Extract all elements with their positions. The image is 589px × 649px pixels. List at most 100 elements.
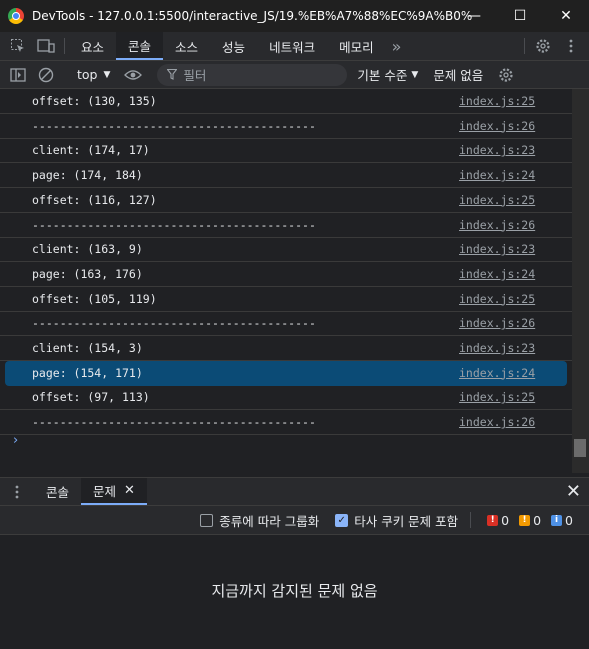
console-message: offset: (116, 127) (32, 192, 157, 207)
more-tabs-button[interactable]: » (386, 32, 408, 60)
clear-console-button[interactable] (32, 61, 60, 89)
source-link[interactable]: index.js:25 (459, 193, 537, 207)
source-link[interactable]: index.js:23 (459, 341, 537, 355)
console-message: page: (154, 171) (32, 365, 143, 380)
inspect-icon (11, 39, 24, 52)
console-row[interactable]: offset: (97, 113) index.js:25 (0, 385, 572, 411)
more-options-button[interactable] (557, 32, 585, 60)
gear-icon (536, 39, 550, 53)
group-by-kind-checkbox[interactable] (200, 513, 214, 527)
error-count: ! 0 (487, 513, 509, 528)
console-output[interactable]: ----------------------------------------… (0, 89, 572, 473)
source-link[interactable]: index.js:26 (459, 415, 537, 429)
close-drawer-icon[interactable]: ✕ (566, 481, 581, 502)
console-row[interactable]: offset: (105, 119) index.js:25 (0, 287, 572, 312)
source-link[interactable]: index.js:24 (459, 366, 537, 380)
minimize-icon: — (467, 8, 481, 24)
tab-memory[interactable]: 메모리 (327, 32, 386, 60)
console-message: page: (163, 176) (32, 266, 143, 281)
device-icon (37, 39, 55, 53)
gear-icon (499, 67, 513, 82)
tab-performance[interactable]: 성능 (210, 32, 257, 60)
filter-placeholder: 필터 (183, 68, 207, 83)
console-prompt[interactable]: › (13, 433, 18, 448)
close-icon: ✕ (560, 8, 572, 24)
console-scrollbar[interactable] (572, 89, 589, 473)
console-settings-button[interactable] (492, 61, 520, 89)
filter-icon (167, 69, 178, 80)
close-window-button[interactable]: ✕ (543, 0, 589, 32)
tab-console[interactable]: 콘솔 (116, 32, 164, 60)
scrollbar-thumb[interactable] (574, 439, 586, 457)
console-row[interactable]: ----------------------------------------… (0, 410, 572, 436)
log-level-selector[interactable]: 기본 수준 ▼ (357, 65, 418, 84)
live-expression-button[interactable] (119, 61, 147, 89)
dropdown-arrow-icon: ▼ (411, 69, 419, 80)
minimize-button[interactable]: — (451, 0, 497, 32)
console-row[interactable]: page: (163, 176) index.js:24 (0, 262, 572, 287)
tab-sources[interactable]: 소스 (163, 32, 210, 60)
filter-input[interactable]: 필터 (157, 63, 348, 86)
context-selector[interactable]: top ▼ (77, 67, 110, 82)
source-link[interactable]: index.js:26 (459, 119, 537, 133)
window-title: DevTools - 127.0.0.1:5500/interactive_JS… (32, 9, 472, 23)
title-bar: DevTools - 127.0.0.1:5500/interactive_JS… (0, 0, 589, 32)
log-level-label: 기본 수준 (357, 68, 408, 83)
issues-link[interactable]: 문제 없음 (433, 65, 483, 84)
warning-count: ! 0 (519, 513, 541, 528)
settings-button[interactable] (529, 32, 557, 60)
issues-toolbar: 종류에 따라 그룹화 ✓ 타사 쿠키 문제 포함 ! 0 ! 0 i 0 (0, 506, 589, 535)
chrome-icon (8, 8, 24, 24)
error-icon: ! (487, 514, 499, 526)
console-row[interactable]: page: (174, 184) index.js:24 (0, 163, 572, 189)
drawer-tab-issues[interactable]: 문제 ✕ (81, 478, 147, 505)
sidebar-toggle-button[interactable] (4, 61, 32, 89)
toolbar-divider (470, 512, 472, 528)
group-by-kind-label: 종류에 따라 그룹화 (219, 513, 320, 529)
devtools-tab-bar: 요소 콘솔 소스 성능 네트워크 메모리 » (0, 32, 589, 61)
source-link[interactable]: index.js:26 (459, 316, 537, 330)
inspect-element-button[interactable] (4, 32, 32, 60)
source-link[interactable]: index.js:24 (459, 267, 537, 281)
source-link[interactable]: index.js:25 (459, 390, 537, 404)
third-party-checkbox[interactable]: ✓ (335, 513, 349, 527)
toolbar-divider (64, 38, 65, 54)
console-row[interactable]: ----------------------------------------… (0, 311, 572, 337)
kebab-menu-icon (15, 485, 19, 498)
console-row[interactable]: ----------------------------------------… (0, 213, 572, 238)
maximize-button[interactable]: ☐ (497, 0, 543, 32)
chevron-double-right-icon: » (391, 36, 402, 56)
source-link[interactable]: index.js:25 (459, 292, 537, 306)
drawer-tab-console[interactable]: 콘솔 (34, 478, 81, 505)
console-toolbar: top ▼ 필터 기본 수준 ▼ 문제 없음 (0, 61, 589, 89)
source-link[interactable]: index.js:25 (459, 94, 537, 108)
source-link[interactable]: index.js:23 (459, 242, 537, 256)
console-row[interactable]: ----------------------------------------… (0, 114, 572, 139)
console-row[interactable]: client: (174, 17) index.js:23 (0, 138, 572, 164)
sidebar-icon (10, 67, 26, 82)
console-row[interactable]: page: (154, 171) index.js:24 (5, 360, 567, 386)
source-link[interactable]: index.js:26 (459, 218, 537, 232)
console-message: ----------------------------------------… (32, 118, 316, 133)
console-row[interactable]: offset: (130, 135) index.js:25 (0, 89, 572, 114)
console-message: client: (174, 17) (32, 143, 150, 158)
drawer-tab-bar: 콘솔 문제 ✕ ✕ (0, 477, 589, 506)
third-party-label: 타사 쿠키 문제 포함 (354, 513, 459, 529)
info-count: i 0 (551, 513, 573, 528)
console-row[interactable]: client: (154, 3) index.js:23 (0, 336, 572, 361)
source-link[interactable]: index.js:24 (459, 168, 537, 182)
close-tab-icon[interactable]: ✕ (124, 483, 135, 498)
console-message: offset: (97, 113) (32, 390, 150, 405)
device-toolbar-button[interactable] (32, 32, 60, 60)
console-row[interactable]: offset: (116, 127) index.js:25 (0, 188, 572, 213)
drawer-menu-button[interactable] (0, 478, 34, 505)
console-message: offset: (130, 135) (32, 94, 157, 108)
maximize-icon: ☐ (513, 8, 527, 24)
no-issues-message: 지금까지 감지된 문제 없음 (211, 582, 378, 600)
source-link[interactable]: index.js:23 (459, 143, 537, 157)
tab-elements[interactable]: 요소 (69, 32, 116, 60)
clear-icon (38, 67, 54, 82)
console-row[interactable]: client: (163, 9) index.js:23 (0, 237, 572, 263)
tab-network[interactable]: 네트워크 (257, 32, 327, 60)
console-message: ----------------------------------------… (32, 217, 316, 232)
